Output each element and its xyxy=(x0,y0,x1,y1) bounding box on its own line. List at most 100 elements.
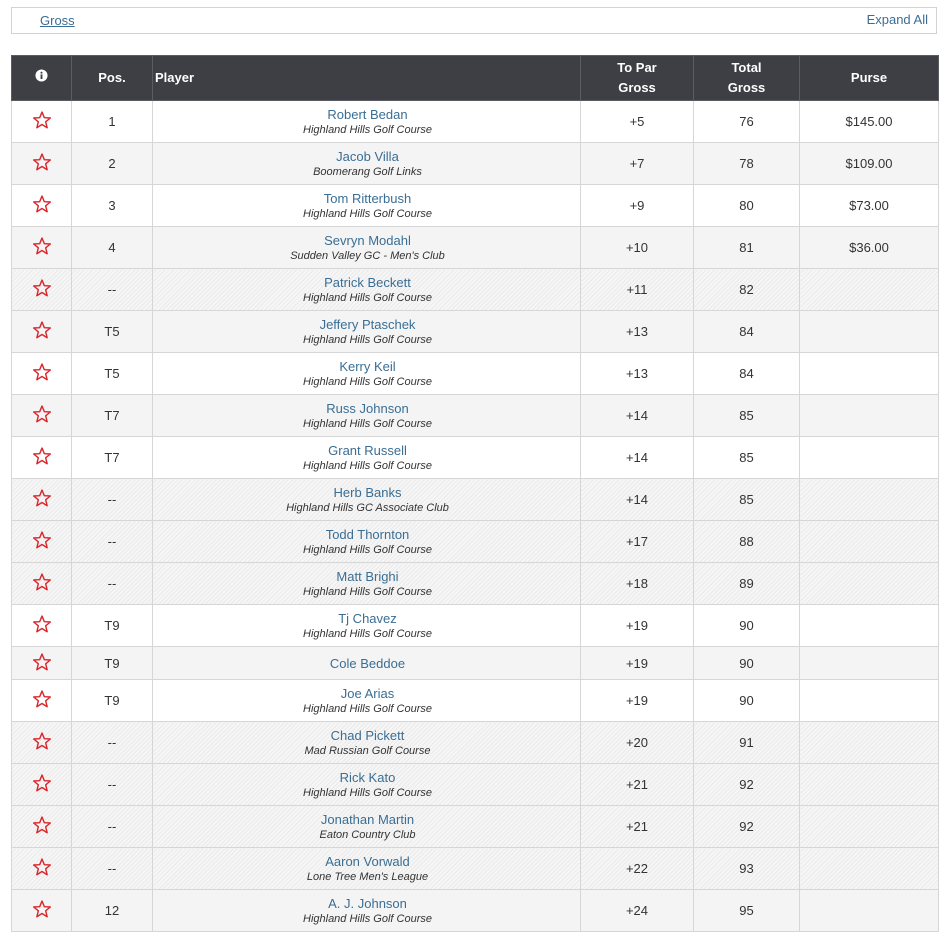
favorite-star-icon[interactable] xyxy=(32,236,52,256)
favorite-cell[interactable] xyxy=(11,310,72,353)
pos-column-header[interactable]: Pos. xyxy=(71,55,153,101)
player-column-header[interactable]: Player xyxy=(152,55,581,101)
total-column-header[interactable]: Total Gross xyxy=(693,55,800,101)
leaderboard-row[interactable]: T9 Joe Arias Highland Hills Golf Course +19… xyxy=(11,679,939,722)
player-name-link[interactable]: A. J. Johnson xyxy=(155,895,580,912)
favorite-star-icon[interactable] xyxy=(32,278,52,298)
leaderboard-row[interactable]: -- Jonathan Martin Eaton Country Club +21 92 xyxy=(11,805,939,848)
purse-cell xyxy=(799,847,939,890)
player-name-link[interactable]: Tj Chavez xyxy=(155,610,580,627)
player-name-link[interactable]: Jacob Villa xyxy=(155,148,580,165)
leaderboard-row[interactable]: -- Matt Brighi Highland Hills Golf Course +… xyxy=(11,562,939,605)
expand-all-link[interactable]: Expand All xyxy=(867,12,928,27)
gross-tab-link[interactable]: Gross xyxy=(40,13,75,28)
favorite-cell[interactable] xyxy=(11,646,72,680)
leaderboard-row[interactable]: T5 Jeffery Ptaschek Highland Hills Golf Co… xyxy=(11,310,939,353)
to-par-column-header[interactable]: To Par Gross xyxy=(580,55,694,101)
player-name-link[interactable]: Herb Banks xyxy=(155,484,580,501)
leaderboard-row[interactable]: T9 Tj Chavez Highland Hills Golf Course +19… xyxy=(11,604,939,647)
leaderboard-row[interactable]: 12 A. J. Johnson Highland Hills Golf Cours… xyxy=(11,889,939,932)
player-name-link[interactable]: Rick Kato xyxy=(155,769,580,786)
favorite-star-icon[interactable] xyxy=(32,773,52,793)
favorite-star-icon[interactable] xyxy=(32,815,52,835)
player-club: Highland Hills Golf Course xyxy=(303,459,432,472)
player-name-link[interactable]: Chad Pickett xyxy=(155,727,580,744)
player-cell: Jonathan Martin Eaton Country Club xyxy=(152,805,581,848)
favorite-star-icon[interactable] xyxy=(32,488,52,508)
favorite-star-icon[interactable] xyxy=(32,652,52,672)
favorite-cell[interactable] xyxy=(11,520,72,563)
player-name-link[interactable]: Robert Bedan xyxy=(155,106,580,123)
favorite-star-icon[interactable] xyxy=(32,614,52,634)
favorite-cell[interactable] xyxy=(11,721,72,764)
favorite-star-icon[interactable] xyxy=(32,320,52,340)
leaderboard-row[interactable]: T5 Kerry Keil Highland Hills Golf Course +1… xyxy=(11,352,939,395)
player-club: Highland Hills Golf Course xyxy=(303,627,432,640)
leaderboard-row[interactable]: 1 Robert Bedan Highland Hills Golf Course +… xyxy=(11,100,939,143)
favorite-star-icon[interactable] xyxy=(32,857,52,877)
favorite-cell[interactable] xyxy=(11,763,72,806)
player-name-link[interactable]: Kerry Keil xyxy=(155,358,580,375)
purse-cell xyxy=(799,646,939,680)
player-name-link[interactable]: Jeffery Ptaschek xyxy=(155,316,580,333)
player-name-link[interactable]: Todd Thornton xyxy=(155,526,580,543)
player-name-link[interactable]: Jonathan Martin xyxy=(155,811,580,828)
favorite-cell[interactable] xyxy=(11,268,72,311)
player-name-link[interactable]: Russ Johnson xyxy=(155,400,580,417)
leaderboard-row[interactable]: 2 Jacob Villa Boomerang Golf Links +7 78 $109… xyxy=(11,142,939,185)
favorite-star-icon[interactable] xyxy=(32,194,52,214)
leaderboard-row[interactable]: -- Aaron Vorwald Lone Tree Men's League +22… xyxy=(11,847,939,890)
player-club: Sudden Valley GC - Men's Club xyxy=(290,249,445,262)
player-name-link[interactable]: Aaron Vorwald xyxy=(155,853,580,870)
leaderboard-row[interactable]: -- Chad Pickett Mad Russian Golf Course +20… xyxy=(11,721,939,764)
favorite-cell[interactable] xyxy=(11,889,72,932)
favorite-star-icon[interactable] xyxy=(32,899,52,919)
favorite-cell[interactable] xyxy=(11,436,72,479)
favorite-star-icon[interactable] xyxy=(32,446,52,466)
favorite-cell[interactable] xyxy=(11,604,72,647)
player-name-link[interactable]: Grant Russell xyxy=(155,442,580,459)
purse-cell xyxy=(799,478,939,521)
favorite-cell[interactable] xyxy=(11,478,72,521)
favorite-star-icon[interactable] xyxy=(32,152,52,172)
player-name-link[interactable]: Sevryn Modahl xyxy=(155,232,580,249)
total-gross-cell: 81 xyxy=(693,226,800,269)
purse-column-header[interactable]: Purse xyxy=(799,55,939,101)
favorite-star-icon[interactable] xyxy=(32,362,52,382)
favorite-cell[interactable] xyxy=(11,679,72,722)
favorite-star-icon[interactable] xyxy=(32,731,52,751)
favorite-cell[interactable] xyxy=(11,805,72,848)
player-name-link[interactable]: Cole Beddoe xyxy=(155,655,580,672)
leaderboard-row[interactable]: T9 Cole Beddoe +19 90 xyxy=(11,646,939,680)
player-club: Highland Hills Golf Course xyxy=(303,375,432,388)
total-gross-cell: 85 xyxy=(693,436,800,479)
favorite-cell[interactable] xyxy=(11,226,72,269)
favorite-cell[interactable] xyxy=(11,100,72,143)
favorite-star-icon[interactable] xyxy=(32,404,52,424)
player-name-link[interactable]: Matt Brighi xyxy=(155,568,580,585)
leaderboard-row[interactable]: -- Herb Banks Highland Hills GC Associate … xyxy=(11,478,939,521)
favorite-cell[interactable] xyxy=(11,562,72,605)
player-club: Highland Hills Golf Course xyxy=(303,585,432,598)
leaderboard-row[interactable]: -- Rick Kato Highland Hills Golf Course +21… xyxy=(11,763,939,806)
favorite-cell[interactable] xyxy=(11,352,72,395)
favorite-star-icon[interactable] xyxy=(32,572,52,592)
player-name-link[interactable]: Joe Arias xyxy=(155,685,580,702)
favorite-star-icon[interactable] xyxy=(32,110,52,130)
favorite-cell[interactable] xyxy=(11,184,72,227)
info-column-header[interactable] xyxy=(11,55,72,101)
leaderboard-row[interactable]: T7 Russ Johnson Highland Hills Golf Course… xyxy=(11,394,939,437)
leaderboard-row[interactable]: -- Patrick Beckett Highland Hills Golf Cou… xyxy=(11,268,939,311)
favorite-cell[interactable] xyxy=(11,142,72,185)
info-icon[interactable] xyxy=(35,69,48,82)
favorite-cell[interactable] xyxy=(11,847,72,890)
favorite-star-icon[interactable] xyxy=(32,689,52,709)
player-name-link[interactable]: Tom Ritterbush xyxy=(155,190,580,207)
favorite-star-icon[interactable] xyxy=(32,530,52,550)
leaderboard-row[interactable]: T7 Grant Russell Highland Hills Golf Cours… xyxy=(11,436,939,479)
leaderboard-row[interactable]: 4 Sevryn Modahl Sudden Valley GC - Men's C… xyxy=(11,226,939,269)
player-name-link[interactable]: Patrick Beckett xyxy=(155,274,580,291)
leaderboard-row[interactable]: 3 Tom Ritterbush Highland Hills Golf Cours… xyxy=(11,184,939,227)
favorite-cell[interactable] xyxy=(11,394,72,437)
leaderboard-row[interactable]: -- Todd Thornton Highland Hills Golf Cours… xyxy=(11,520,939,563)
